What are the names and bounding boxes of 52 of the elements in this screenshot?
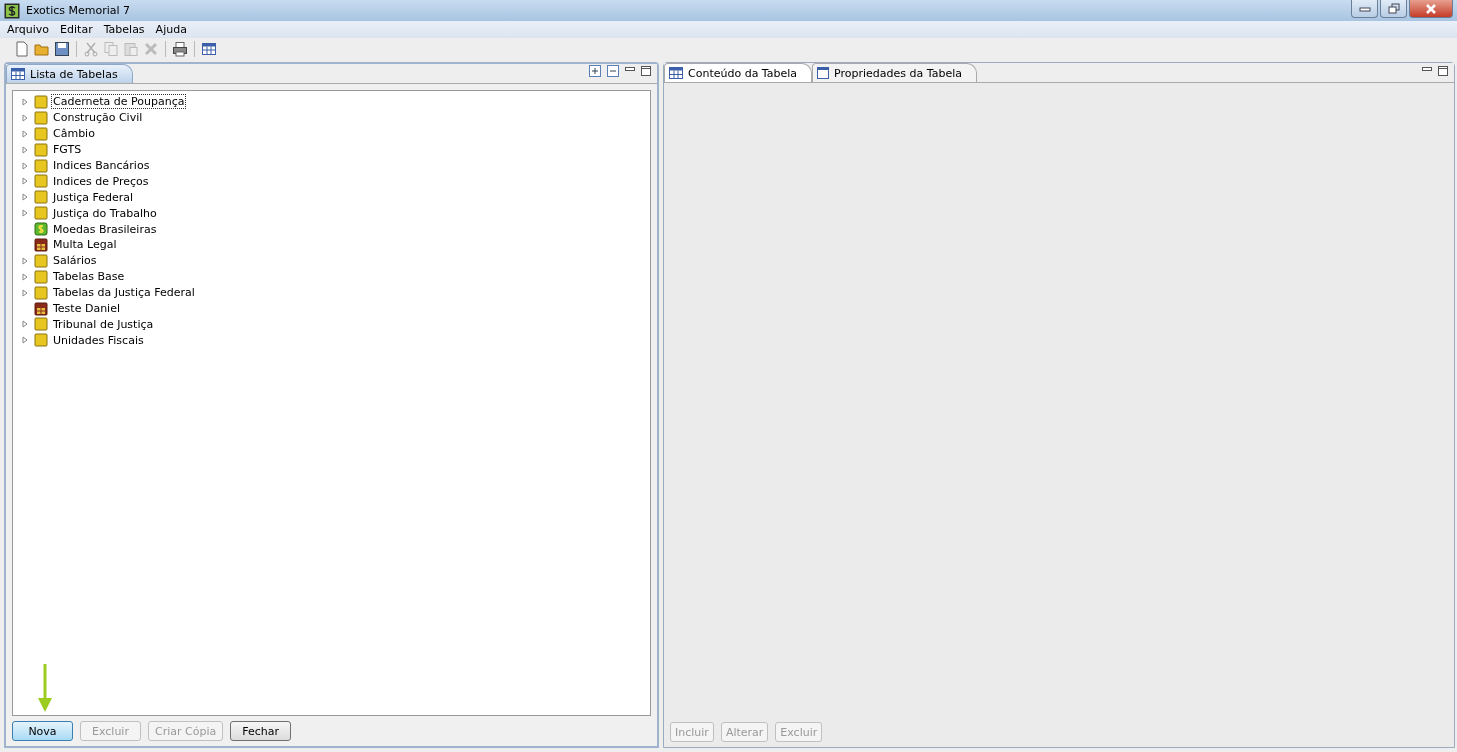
new-file-icon[interactable] [14, 41, 30, 57]
tree-item[interactable]: Construção Civil [51, 110, 145, 126]
restore-icon [1387, 3, 1400, 14]
tree-item[interactable]: Justiça do Trabalho [51, 205, 159, 221]
expand-all-icon[interactable] [589, 65, 601, 77]
table-icon [669, 67, 683, 79]
window-title: Exotics Memorial 7 [26, 4, 131, 17]
delete-icon[interactable] [143, 41, 159, 57]
tree-item[interactable]: Caderneta de Poupança [51, 94, 187, 110]
tree-item[interactable]: Tabelas da Justiça Federal [51, 285, 197, 301]
tree-item[interactable]: Moedas Brasileiras [51, 221, 159, 237]
minimize-icon [1358, 5, 1371, 12]
table-icon [11, 68, 25, 80]
action-button[interactable]: Nova [12, 721, 73, 741]
panel-tab[interactable]: Lista de Tabelas [6, 64, 133, 83]
menu-item[interactable]: Editar [60, 23, 93, 36]
panel-tab[interactable]: Conteúdo da Tabela [664, 63, 813, 82]
menu-item[interactable]: Tabelas [103, 23, 145, 36]
maximize-icon[interactable] [641, 66, 651, 76]
tree-item[interactable]: Câmbio [51, 126, 97, 142]
table-icon [34, 301, 48, 316]
menu-item[interactable]: Arquivo [7, 23, 50, 36]
tree-item[interactable]: Tribunal de Justiça [51, 316, 156, 332]
tree-item[interactable]: Indices Bancários [51, 158, 152, 173]
save-icon[interactable] [54, 41, 70, 57]
restore-button[interactable] [1380, 0, 1407, 18]
scissors-icon[interactable] [83, 41, 99, 57]
action-button[interactable]: Fechar [230, 721, 292, 741]
close-button[interactable] [1409, 0, 1453, 18]
table-icon [34, 237, 48, 252]
collapse-all-icon[interactable] [607, 65, 619, 77]
tree-item[interactable]: Teste Daniel [51, 301, 122, 316]
minimize-button[interactable] [1351, 0, 1378, 18]
arrow-drawing [38, 664, 52, 714]
copy-icon[interactable] [103, 41, 119, 57]
tree-item[interactable]: Tabelas Base [51, 269, 127, 285]
panel-tab[interactable]: Propriedades da Tabela [812, 63, 977, 82]
printer-icon[interactable] [172, 41, 188, 57]
tree-item[interactable]: Justiça Federal [51, 189, 136, 205]
dollar-icon [4, 2, 20, 19]
tree-item[interactable]: Multa Legal [51, 237, 119, 253]
paste-icon[interactable] [123, 41, 139, 57]
table-icon[interactable] [201, 41, 217, 57]
tree-item[interactable]: Indices de Preços [51, 173, 151, 189]
dollar-icon [34, 222, 48, 237]
tree-item[interactable]: Salários [51, 253, 99, 269]
maximize-icon[interactable] [1438, 66, 1448, 76]
menu-item[interactable]: Ajuda [155, 23, 187, 36]
tree-item[interactable]: FGTS [51, 142, 84, 158]
close-icon [1425, 3, 1437, 14]
window-icon [817, 67, 830, 79]
tree-item[interactable]: Unidades Fiscais [51, 332, 146, 348]
